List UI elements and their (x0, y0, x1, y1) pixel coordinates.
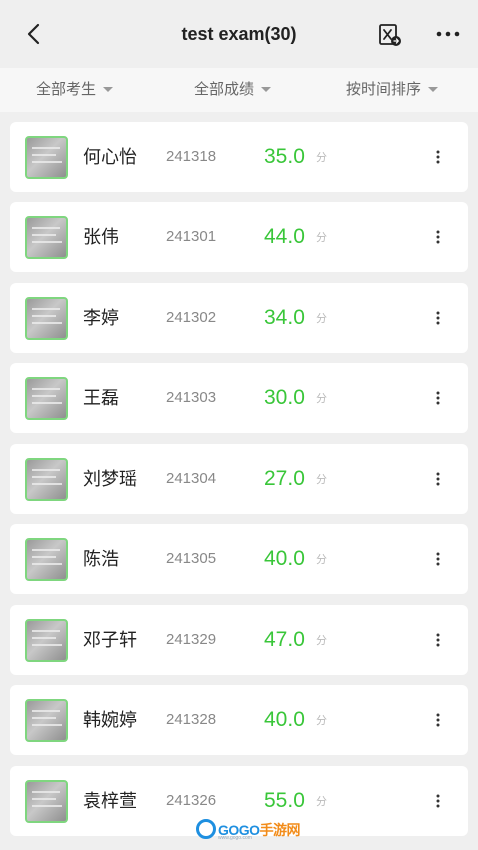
student-score: 44.0 (264, 225, 305, 248)
student-id: 241301 (166, 228, 217, 245)
student-name: 刘梦瑶 (83, 469, 137, 489)
filter-bar: 全部考生 全部成绩 按时间排序 (0, 68, 478, 112)
student-name: 邓子轩 (83, 630, 137, 650)
student-score: 47.0 (264, 628, 305, 651)
student-id: 241303 (166, 389, 217, 406)
student-name: 韩婉婷 (83, 710, 137, 730)
score-unit: 分 (316, 232, 327, 244)
student-score: 27.0 (264, 467, 305, 490)
more-vertical-icon[interactable] (430, 471, 446, 487)
student-name: 张伟 (83, 227, 119, 247)
top-bar: test exam(30) (0, 0, 478, 68)
watermark-url: www.gogo.com (218, 835, 252, 841)
answer-sheet-thumbnail[interactable] (25, 458, 68, 501)
student-score: 40.0 (264, 547, 305, 570)
filter-candidates-dropdown[interactable]: 全部考生 (36, 68, 114, 112)
answer-sheet-thumbnail[interactable] (25, 216, 68, 259)
student-name: 何心怡 (83, 147, 137, 167)
student-row[interactable]: 何心怡 241318 35.0 分 (10, 122, 468, 192)
score-unit: 分 (316, 313, 327, 325)
student-id: 241329 (166, 631, 217, 648)
more-horizontal-icon[interactable] (434, 26, 464, 42)
score-unit: 分 (316, 474, 327, 486)
answer-sheet-thumbnail[interactable] (25, 377, 68, 420)
filter-scores-dropdown[interactable]: 全部成绩 (194, 68, 272, 112)
answer-sheet-thumbnail[interactable] (25, 136, 68, 179)
student-name: 王磊 (83, 388, 119, 408)
student-score: 40.0 (264, 708, 305, 731)
more-vertical-icon[interactable] (430, 310, 446, 326)
student-id: 241328 (166, 711, 217, 728)
student-name: 陈浩 (83, 549, 119, 569)
caret-down-icon (261, 86, 272, 92)
answer-sheet-thumbnail[interactable] (25, 297, 68, 340)
student-score: 30.0 (264, 386, 305, 409)
more-vertical-icon[interactable] (430, 390, 446, 406)
student-id: 241302 (166, 309, 217, 326)
sort-label: 按时间排序 (346, 81, 422, 98)
more-vertical-icon[interactable] (430, 229, 446, 245)
more-vertical-icon[interactable] (430, 793, 446, 809)
caret-down-icon (103, 86, 114, 92)
page-title: test exam(30) (181, 24, 297, 44)
watermark-logo: GOGO手游网 www.gogo.com (196, 818, 301, 841)
more-vertical-icon[interactable] (430, 712, 446, 728)
caret-down-icon (428, 86, 439, 92)
student-name: 李婷 (83, 308, 119, 328)
student-name: 袁梓萱 (83, 791, 137, 811)
student-score: 35.0 (264, 145, 305, 168)
excel-export-icon[interactable] (377, 22, 403, 48)
score-unit: 分 (316, 796, 327, 808)
answer-sheet-thumbnail[interactable] (25, 780, 68, 823)
score-unit: 分 (316, 715, 327, 727)
score-unit: 分 (316, 152, 327, 164)
score-unit: 分 (316, 635, 327, 647)
student-row[interactable]: 张伟 241301 44.0 分 (10, 202, 468, 272)
student-score: 34.0 (264, 306, 305, 329)
filter-scores-label: 全部成绩 (194, 81, 255, 98)
chevron-left-icon[interactable] (22, 22, 46, 46)
student-row[interactable]: 邓子轩 241329 47.0 分 (10, 605, 468, 675)
watermark-suffix: 手游网 (259, 822, 301, 838)
student-row[interactable]: 陈浩 241305 40.0 分 (10, 524, 468, 594)
sort-by-time-dropdown[interactable]: 按时间排序 (346, 68, 439, 112)
more-vertical-icon[interactable] (430, 149, 446, 165)
student-id: 241318 (166, 148, 217, 165)
score-unit: 分 (316, 554, 327, 566)
score-unit: 分 (316, 393, 327, 405)
student-id: 241304 (166, 470, 217, 487)
more-vertical-icon[interactable] (430, 551, 446, 567)
filter-candidates-label: 全部考生 (36, 81, 97, 98)
answer-sheet-thumbnail[interactable] (25, 699, 68, 742)
answer-sheet-thumbnail[interactable] (25, 538, 68, 581)
student-row[interactable]: 韩婉婷 241328 40.0 分 (10, 685, 468, 755)
more-vertical-icon[interactable] (430, 632, 446, 648)
watermark-circle-icon (196, 819, 216, 839)
student-row[interactable]: 王磊 241303 30.0 分 (10, 363, 468, 433)
student-id: 241305 (166, 550, 217, 567)
answer-sheet-thumbnail[interactable] (25, 619, 68, 662)
student-row[interactable]: 刘梦瑶 241304 27.0 分 (10, 444, 468, 514)
student-row[interactable]: 李婷 241302 34.0 分 (10, 283, 468, 353)
